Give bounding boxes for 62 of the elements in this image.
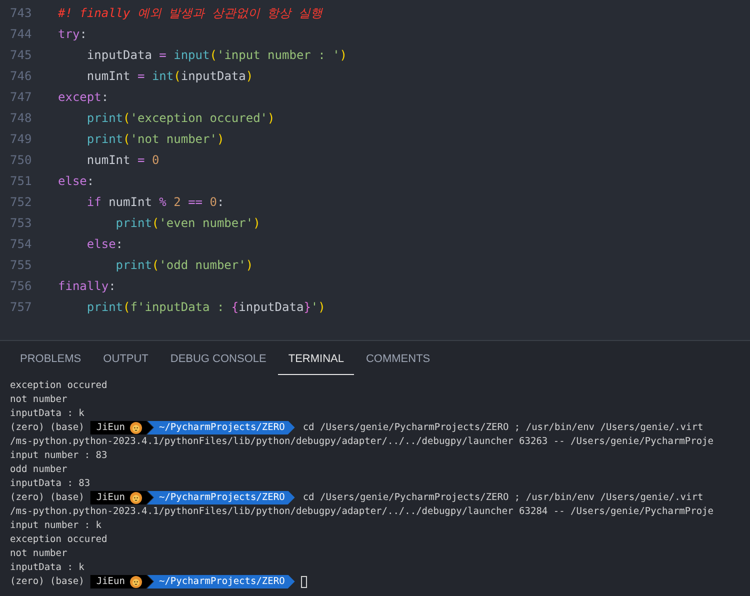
panel-tab[interactable]: PROBLEMS [10,350,92,374]
terminal-output-line: exception occured [10,532,108,546]
line-number: 751 [9,172,33,190]
code-line: print('exception occured') [86,110,275,126]
prompt-env: (zero) (base) [10,420,84,434]
line-number: 745 [9,46,33,64]
line-number: 752 [9,194,33,210]
terminal-output-line: inputData : k [10,406,84,420]
code-line: try: [58,26,87,42]
terminal-command: cd /Users/genie/PycharmProjects/ZERO ; /usr/bin/env /Users/genie/.virt [302,420,704,434]
terminal-output-line: not number [10,392,68,406]
code-line: else: [58,172,94,190]
code-line: print(f'inputData : {inputData}') [86,298,326,316]
code-line: print('not number') [86,130,224,148]
prompt-path-segment: ~/PycharmProjects/ZERO [146,574,295,588]
panel-tab[interactable]: COMMENTS [356,350,440,374]
line-number: 748 [9,110,33,126]
panel-tab[interactable]: TERMINAL [278,350,354,374]
prompt-user: JiEun [96,574,125,588]
line-number: 750 [9,152,33,168]
line-number: 756 [9,278,33,294]
line-number: 757 [9,298,33,316]
terminal-output-line: odd number [10,462,68,476]
code-line: finally: [58,278,116,294]
prompt-path-segment: ~/PycharmProjects/ZERO [146,490,295,504]
line-number: 743 [9,4,33,22]
code-line: print('odd number') [114,256,254,274]
prompt-user: JiEun [96,420,125,434]
line-number: 744 [9,26,33,42]
lion-face-icon [130,422,142,434]
lion-face-icon [130,492,142,504]
line-number: 747 [9,88,33,106]
code-line: inputData = input('input number : ') [86,46,348,64]
code-line: print('even number') [114,214,260,232]
code-line: numInt = int(inputData) [86,68,254,84]
panel-tab[interactable]: DEBUG CONSOLE [160,350,276,374]
terminal-output-line: /ms-python.python-2023.4.1/pythonFiles/lib/python/debugpy/adapter/../../debugpy/launcher 63284 -- /Users/genie/PycharmProje [10,504,714,518]
terminal-output-line: input number : 83 [10,448,108,462]
prompt-path-segment: ~/PycharmProjects/ZERO [146,420,295,434]
lion-face-icon [130,576,142,588]
terminal-output-line: /ms-python.python-2023.4.1/pythonFiles/lib/python/debugpy/adapter/../../debugpy/launcher 63263 -- /Users/genie/PycharmProje [10,434,714,448]
terminal-output-line: exception occured [10,378,108,392]
panel-tab[interactable]: OUTPUT [93,350,158,374]
line-number: 746 [9,68,33,84]
prompt-env: (zero) (base) [10,490,84,504]
prompt-user: JiEun [96,490,125,504]
code-line: else: [86,236,124,252]
code-line: #! finally 예외 발생과 상관없이 항상 실행 [58,4,322,22]
terminal-output-line: inputData : k [10,560,84,574]
line-number: 753 [9,214,33,232]
prompt-env: (zero) (base) [10,574,84,588]
code-line: if numInt % 2 == 0: [86,194,224,210]
terminal-output-line: not number [10,546,68,560]
terminal-output-line: input number : k [10,518,102,532]
line-number: 749 [9,130,33,148]
code-editor[interactable] [0,0,750,341]
terminal-output-line: inputData : 83 [10,476,90,490]
code-line: except: [58,88,109,106]
code-line: numInt = 0 [86,152,160,168]
line-number: 755 [9,256,33,274]
terminal-command: cd /Users/genie/PycharmProjects/ZERO ; /usr/bin/env /Users/genie/.virt [302,490,704,504]
line-number: 754 [9,236,33,252]
